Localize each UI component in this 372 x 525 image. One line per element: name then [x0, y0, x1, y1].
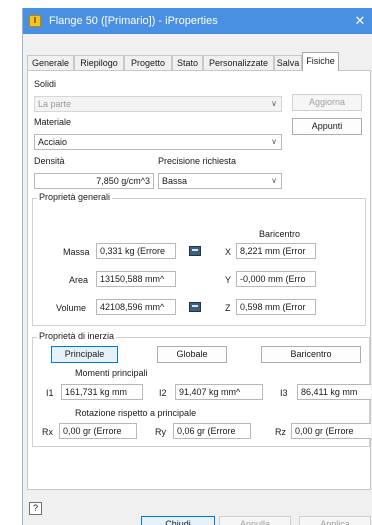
tab-strip: Generale Riepilogo Progetto Stato Person…	[27, 52, 371, 71]
materiale-value: Acciaio	[38, 137, 68, 147]
y-label: Y	[225, 275, 232, 285]
massa-field[interactable]: 0,331 kg (Errore	[96, 243, 176, 259]
principale-button[interactable]: Principale	[51, 346, 118, 363]
chevron-down-icon: ∨	[271, 176, 277, 185]
rx-label: Rx	[42, 427, 53, 437]
rx-field[interactable]: 0,00 gr (Errore	[59, 423, 137, 439]
baricentro-y-field[interactable]: -0,000 mm (Erro	[236, 271, 316, 287]
baricentro-z-field[interactable]: 0,598 mm (Error	[236, 299, 316, 315]
tab-generale[interactable]: Generale	[27, 55, 74, 70]
massa-label: Massa	[63, 247, 90, 257]
i1-label: I1	[46, 388, 54, 398]
proprieta-inerzia-group: Proprietà di inerzia Principale Globale …	[32, 331, 371, 447]
title-bar: I Flange 50 ([Primario]) - iProperties ✕	[23, 8, 372, 34]
baricentro-button[interactable]: Baricentro	[261, 346, 361, 363]
area-label: Area	[69, 275, 89, 285]
i1-field[interactable]: 161,731 kg mm	[61, 384, 143, 400]
window-title: Flange 50 ([Primario]) - iProperties	[49, 15, 218, 27]
aggiorna-button[interactable]: Aggiorna	[292, 94, 362, 111]
x-label: X	[225, 247, 232, 257]
chevron-down-icon: ∨	[271, 99, 277, 108]
iproperties-dialog: I Flange 50 ([Primario]) - iProperties ✕…	[22, 8, 372, 525]
proprieta-generali-title: Proprietà generali	[37, 192, 113, 202]
i2-field[interactable]: 91,407 kg mm^	[175, 384, 263, 400]
chevron-down-icon: ∨	[271, 137, 277, 146]
proprieta-generali-group: Proprietà generali Baricentro Massa 0,33…	[32, 192, 366, 326]
volume-label: Volume	[56, 303, 87, 313]
area-field[interactable]: 13150,588 mm^	[96, 271, 176, 287]
ry-label: Ry	[155, 427, 166, 437]
ry-field[interactable]: 0,06 gr (Errore	[173, 423, 251, 439]
fisiche-panel: Solidi La parte ∨ Aggiorna Materiale Acc…	[27, 70, 371, 490]
z-label: Z	[225, 303, 231, 313]
tab-personalizzate[interactable]: Personalizzate	[203, 55, 274, 70]
help-icon[interactable]: ?	[29, 502, 42, 515]
tab-stato[interactable]: Stato	[172, 55, 203, 70]
appunti-button[interactable]: Appunti	[292, 118, 362, 135]
rz-field[interactable]: 0,00 gr (Errore	[291, 423, 371, 439]
inventor-app-icon: I	[29, 15, 41, 27]
chiudi-button[interactable]: Chiudi	[141, 516, 215, 525]
densita-label: Densità	[34, 156, 65, 166]
solidi-label: Solidi	[34, 79, 57, 89]
rotazione-label: Rotazione rispetto a principale	[75, 408, 197, 418]
close-window-button[interactable]: ✕	[351, 12, 369, 30]
precisione-value: Bassa	[162, 176, 188, 186]
annulla-button[interactable]: Annulla	[219, 516, 291, 525]
densita-field[interactable]: 7,850 g/cm^3	[34, 173, 154, 189]
materiale-label: Materiale	[34, 117, 72, 127]
precisione-dropdown[interactable]: Bassa ∨	[158, 173, 282, 189]
volume-field[interactable]: 42108,596 mm^	[96, 299, 176, 315]
precisione-label: Precisione richiesta	[158, 156, 237, 166]
i2-label: I2	[159, 388, 167, 398]
tab-fisiche[interactable]: Fisiche	[302, 52, 339, 71]
tab-progetto[interactable]: Progetto	[124, 55, 172, 70]
solidi-dropdown[interactable]: La parte ∨	[34, 96, 282, 112]
momenti-principali-label: Momenti principali	[75, 368, 148, 378]
i3-field[interactable]: 86,411 kg mm	[297, 384, 371, 400]
dialog-footer: ? Chiudi Annulla Applica	[23, 498, 372, 525]
calculator-icon[interactable]	[189, 246, 201, 256]
baricentro-x-field[interactable]: 8,221 mm (Error	[236, 243, 316, 259]
solidi-value: La parte	[38, 99, 72, 109]
baricentro-label: Baricentro	[259, 229, 301, 239]
applica-button[interactable]: Applica	[299, 516, 371, 525]
tab-riepilogo[interactable]: Riepilogo	[74, 55, 124, 70]
calculator-icon[interactable]	[189, 302, 201, 312]
tab-salva[interactable]: Salva	[274, 55, 302, 70]
rz-label: Rz	[275, 427, 286, 437]
proprieta-inerzia-title: Proprietà di inerzia	[37, 331, 117, 341]
globale-button[interactable]: Globale	[157, 346, 227, 363]
materiale-dropdown[interactable]: Acciaio ∨	[34, 134, 282, 150]
i3-label: I3	[280, 388, 288, 398]
